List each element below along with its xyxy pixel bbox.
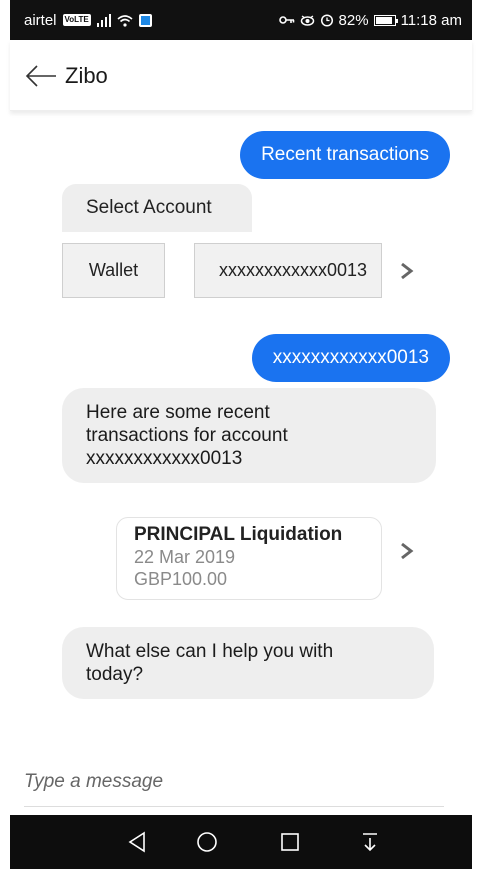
back-button[interactable] — [24, 61, 58, 91]
bot-message-line: transactions for account — [86, 425, 288, 446]
security-app-icon — [138, 13, 152, 27]
user-message-bubble: xxxxxxxxxxxx0013 — [251, 334, 450, 382]
key-icon — [278, 16, 294, 24]
wifi-icon — [117, 14, 133, 27]
bot-message-line: today? — [86, 664, 144, 685]
bot-message-bubble: What else can I help you with today? — [62, 627, 434, 699]
signal-icon — [96, 13, 111, 27]
carrier-name: airtel — [24, 11, 57, 29]
chevron-right-icon[interactable] — [400, 262, 414, 280]
user-message-bubble: Recent transactions — [240, 131, 450, 179]
eye-comfort-icon — [300, 14, 314, 26]
transaction-date: 22 Mar 2019 — [134, 547, 236, 567]
transaction-card[interactable]: PRINCIPAL Liquidation 22 Mar 2019 GBP100… — [116, 517, 382, 600]
bot-message-line: Here are some recent — [86, 402, 270, 423]
triangle-back-icon — [128, 831, 145, 853]
status-bar: airtel VoLTE 82% 11:18 am — [10, 0, 472, 40]
nav-notifications-button[interactable] — [355, 827, 385, 857]
message-composer: Type a message — [10, 760, 472, 812]
account-option-0013[interactable]: xxxxxxxxxxxx0013 — [194, 243, 382, 298]
input-underline — [24, 806, 444, 807]
nav-back-button[interactable] — [122, 827, 152, 857]
select-account-label: Select Account — [62, 184, 252, 232]
battery-percent: 82% — [338, 11, 369, 29]
message-input[interactable]: Type a message — [24, 764, 444, 800]
system-nav-bar — [10, 815, 472, 869]
nav-recents-button[interactable] — [275, 827, 305, 857]
pull-down-icon — [363, 833, 377, 852]
nav-home-button[interactable] — [192, 827, 222, 857]
transaction-title: PRINCIPAL Liquidation — [134, 524, 343, 545]
bot-message-line: xxxxxxxxxxxx0013 — [86, 448, 243, 469]
circle-home-icon — [197, 832, 217, 852]
volte-badge: VoLTE — [62, 14, 91, 26]
status-left: airtel VoLTE — [24, 0, 152, 40]
bot-message-line: What else can I help you with — [86, 641, 334, 662]
clock: 11:18 am — [400, 11, 462, 29]
chat-header: Zibo — [10, 40, 472, 111]
status-right: 82% 11:18 am — [278, 0, 462, 40]
account-option-wallet[interactable]: Wallet — [62, 243, 165, 298]
app-screen: airtel VoLTE 82% 11:18 am Zibo Recent tr… — [10, 0, 472, 869]
chevron-right-icon[interactable] — [400, 542, 414, 560]
battery-icon — [373, 14, 398, 26]
alarm-icon — [320, 14, 333, 27]
arrow-left-icon — [25, 65, 56, 87]
transaction-amount: GBP100.00 — [134, 569, 228, 589]
chat-history: Recent transactions Select Account Walle… — [10, 112, 472, 742]
square-recents-icon — [281, 833, 299, 851]
page-title: Zibo — [65, 63, 108, 88]
bot-message-bubble: Here are some recent transactions for ac… — [62, 388, 436, 483]
